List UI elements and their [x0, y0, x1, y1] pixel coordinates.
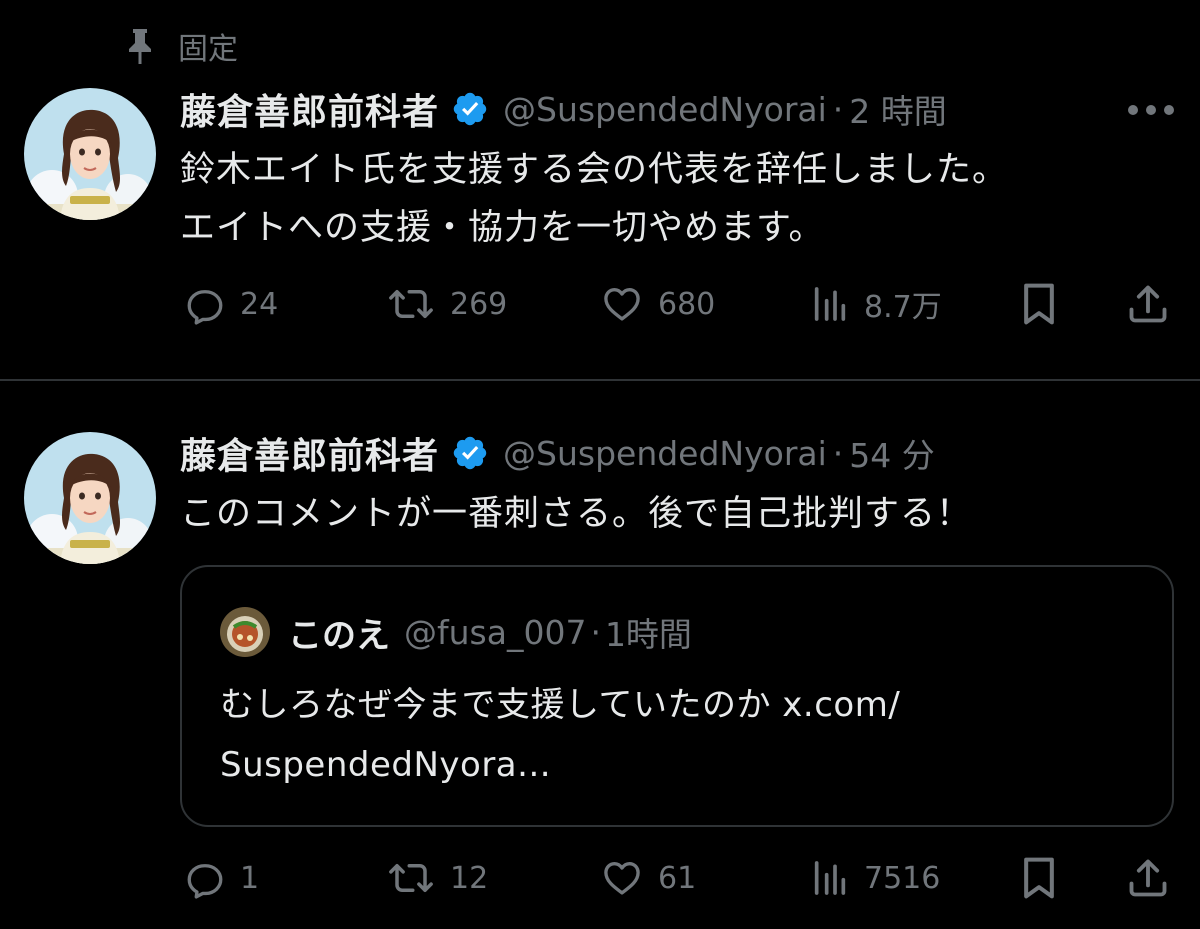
- timestamp[interactable]: 54 分: [849, 429, 934, 477]
- separator: ·: [832, 89, 844, 129]
- repost-button[interactable]: 269: [386, 279, 507, 329]
- quote-text: むしろなぜ今まで支援していたのか x.com/ SuspendedNyora..…: [220, 675, 1120, 795]
- more-options-icon[interactable]: [1128, 102, 1174, 118]
- share-button[interactable]: [1126, 279, 1170, 329]
- bookmark-icon: [1024, 283, 1054, 325]
- action-bar: 1 12 61 7516: [180, 853, 1170, 903]
- views-chart-icon: [814, 287, 846, 321]
- heart-icon: [604, 287, 640, 321]
- repost-icon: [389, 864, 433, 892]
- pin-icon: [124, 26, 156, 66]
- avatar[interactable]: [24, 88, 156, 220]
- reply-count: 24: [240, 286, 279, 322]
- tweet-text-line: エイトへの支援・協力を一切やめます。: [180, 208, 825, 248]
- separator: ·: [832, 433, 844, 473]
- quote-timestamp[interactable]: 1時間: [605, 608, 692, 656]
- quote-separator: ·: [590, 612, 601, 652]
- reply-button[interactable]: 1: [184, 853, 259, 903]
- quote-avatar[interactable]: [220, 607, 270, 657]
- reply-count: 1: [240, 860, 260, 896]
- reply-icon: [187, 864, 223, 899]
- handle[interactable]: @SuspendedNyorai: [503, 90, 827, 129]
- bookmark-icon: [1024, 857, 1054, 899]
- views-chart-icon: [814, 861, 846, 895]
- verified-badge-icon: [451, 434, 489, 472]
- pinned-indicator: 固定: [124, 26, 238, 67]
- quote-text-line: SuspendedNyora...: [220, 745, 552, 785]
- like-count: 680: [658, 286, 716, 322]
- reply-icon: [187, 290, 223, 325]
- repost-count: 269: [450, 286, 508, 322]
- view-count: 7516: [864, 860, 941, 896]
- like-button[interactable]: 680: [600, 279, 715, 329]
- repost-icon: [389, 290, 433, 318]
- quote-text-line: むしろなぜ今まで支援していたのか x.com/: [220, 685, 901, 725]
- display-name[interactable]: 藤倉善郎前科者: [180, 83, 439, 135]
- quote-header: このえ @fusa_007 · 1時間: [220, 607, 692, 657]
- bookmark-button[interactable]: [1020, 279, 1058, 329]
- views-button[interactable]: 7516: [810, 853, 940, 903]
- quoted-tweet[interactable]: このえ @fusa_007 · 1時間 むしろなぜ今まで支援していたのか x.c…: [180, 565, 1174, 827]
- like-count: 61: [658, 860, 697, 896]
- heart-icon: [604, 861, 640, 895]
- bookmark-button[interactable]: [1020, 853, 1058, 903]
- handle[interactable]: @SuspendedNyorai: [503, 434, 827, 473]
- repost-button[interactable]: 12: [386, 853, 488, 903]
- action-bar: 24 269 680 8.7万: [180, 279, 1170, 329]
- tweet-text-line: 鈴木エイト氏を支援する会の代表を辞任しました。: [180, 150, 1009, 190]
- like-button[interactable]: 61: [600, 853, 696, 903]
- reply-button[interactable]: 24: [184, 279, 278, 329]
- tweet-header: 藤倉善郎前科者 @SuspendedNyorai · 54 分: [180, 428, 935, 478]
- timestamp[interactable]: 2 時間: [849, 85, 947, 133]
- avatar[interactable]: [24, 432, 156, 564]
- view-count: 8.7万: [864, 290, 942, 325]
- views-button[interactable]: 8.7万: [810, 279, 942, 329]
- verified-badge-icon: [451, 90, 489, 128]
- tweet-header: 藤倉善郎前科者 @SuspendedNyorai · 2 時間: [180, 84, 947, 134]
- display-name[interactable]: 藤倉善郎前科者: [180, 427, 439, 479]
- timeline: 固定 藤倉善郎前科者 @SuspendedNyorai · 2 時間 鈴木エイト…: [0, 0, 1200, 929]
- quote-display-name[interactable]: このえ: [288, 608, 390, 657]
- pinned-label: 固定: [178, 32, 238, 67]
- repost-count: 12: [450, 860, 489, 896]
- tweet-text-line: このコメントが一番刺さる。後で自己批判する！: [180, 494, 973, 534]
- tweet-divider: [0, 379, 1200, 381]
- share-icon: [1129, 285, 1167, 323]
- tweet-text: 鈴木エイト氏を支援する会の代表を辞任しました。 エイトへの支援・協力を一切やめま…: [180, 141, 1180, 257]
- share-button[interactable]: [1126, 853, 1170, 903]
- tweet-text: このコメントが一番刺さる。後で自己批判する！: [180, 485, 1180, 543]
- quote-handle[interactable]: @fusa_007: [404, 613, 586, 652]
- share-icon: [1129, 859, 1167, 897]
